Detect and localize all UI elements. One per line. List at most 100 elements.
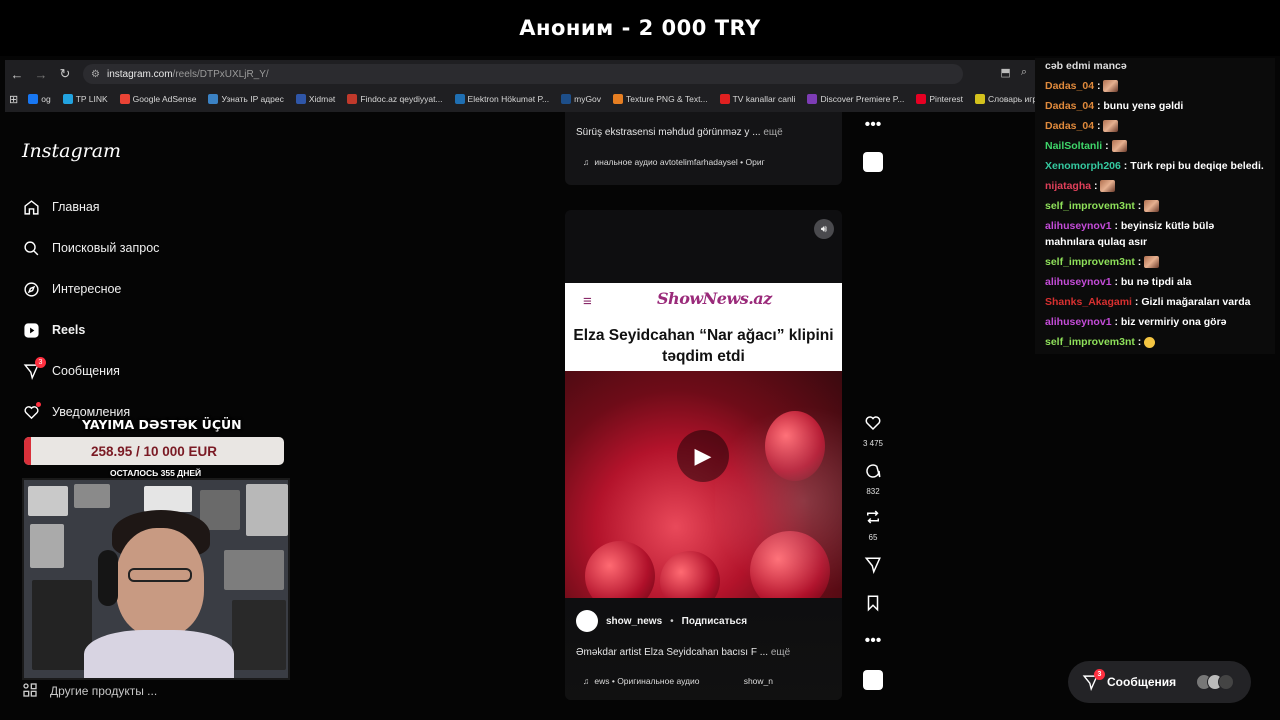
sidebar-item-label: Сообщения [52, 364, 120, 378]
browser-chrome: ← → ↻ ⚙ instagram.com/reels/DTPxUXLjR_Y/… [5, 60, 1126, 112]
face-emote-icon [1103, 120, 1119, 133]
chat-username[interactable]: self_improvem3nt [1045, 256, 1135, 268]
username[interactable]: show_news [606, 616, 662, 627]
reel-author: show_news • Подписаться [576, 610, 747, 632]
chat-username[interactable]: alihuseynov1 [1045, 220, 1112, 232]
chat-username[interactable]: nijatagha [1045, 180, 1091, 192]
bookmark-label: og [41, 94, 51, 104]
chat-message: Dadas_04 : bunu yenə gəldi [1035, 96, 1275, 116]
chat-username[interactable]: Dadas_04 [1045, 80, 1094, 92]
back-icon[interactable]: ← [5, 63, 29, 85]
chat-username[interactable]: NailSoltanli [1045, 140, 1102, 152]
comment-button[interactable]: 832 [856, 462, 890, 496]
sidebar-item-explore[interactable]: Интересное [22, 277, 121, 301]
chat-separator: : [1094, 120, 1104, 132]
bookmark-item[interactable]: Texture PNG & Text... [613, 94, 708, 104]
chat-message: nijatagha : [1035, 176, 1275, 196]
chat-message: alihuseynov1 : biz vermiriy ona görə [1035, 312, 1275, 332]
chat-separator: : [1111, 220, 1121, 232]
messages-badge: 3 [35, 357, 46, 368]
more-link[interactable]: ещё [771, 647, 790, 658]
bookmark-item[interactable]: Elektron Hökumət P... [454, 94, 550, 104]
repost-button[interactable]: 65 [856, 508, 890, 542]
address-bar[interactable]: ⚙ instagram.com/reels/DTPxUXLjR_Y/ [83, 64, 963, 84]
bookmark-label: myGov [574, 94, 602, 104]
bookmark-item[interactable]: Xidmət [295, 94, 335, 104]
avatar [1218, 674, 1235, 690]
follow-button[interactable]: Подписаться [682, 616, 747, 627]
instagram-logo[interactable]: Instagram [22, 140, 121, 162]
bookmark-label: TV kanallar canli [732, 94, 796, 104]
bookmark-favicon-icon [119, 94, 130, 104]
chat-separator: : [1091, 180, 1101, 192]
streamer-glasses [128, 568, 192, 582]
bookmark-favicon-icon [719, 94, 730, 104]
chat-separator: : [1094, 100, 1104, 112]
notification-dot [36, 402, 41, 407]
sidebar-item-search[interactable]: Поисковый запрос [22, 236, 159, 260]
reel-main[interactable]: 🔊︎ ≡ ShowNews.az Elza Seyidcahan “Nar ağ… [565, 210, 842, 700]
install-icon[interactable]: ⬒ [1000, 66, 1010, 79]
bookmark-label: Узнать IP адрес [221, 94, 284, 104]
chat-message: self_improvem3nt : [1035, 252, 1275, 272]
chat-separator: : [1131, 296, 1142, 308]
more-options-icon[interactable]: ••• [856, 632, 890, 650]
bookmark-item[interactable]: myGov [561, 94, 601, 104]
send-icon [864, 557, 881, 575]
chat-separator: : [1094, 80, 1104, 92]
bookmark-label: TP LINK [75, 94, 108, 104]
chat-username[interactable]: Shanks_Akagami [1045, 296, 1132, 308]
more-link[interactable]: ещё [763, 127, 782, 138]
chat-username[interactable]: alihuseynov1 [1045, 276, 1112, 288]
like-button[interactable]: 3 475 [856, 414, 890, 448]
sidebar-item-reels[interactable]: Reels [22, 318, 85, 342]
chat-separator: : [1134, 336, 1145, 348]
audio-track[interactable]: ♫ ews • Оригинальное аудио show_n [583, 676, 833, 686]
site-info-icon[interactable]: ⚙ [91, 69, 100, 80]
bookmark-favicon-icon [208, 94, 219, 104]
days-left-label: ОСТАЛОСЬ 355 ДНЕЙ [110, 468, 202, 478]
messages-button[interactable]: 3 Сообщения [1068, 661, 1251, 703]
streamer-face [116, 528, 204, 636]
bookmark-item[interactable]: TV kanallar canli [719, 94, 796, 104]
volume-icon[interactable]: 🔊︎ [814, 219, 834, 239]
bookmark-item[interactable]: Узнать IP адрес [208, 94, 284, 104]
save-button[interactable] [856, 594, 890, 617]
bookmark-favicon-icon [28, 94, 39, 104]
article-header: ≡ ShowNews.az Elza Seyidcahan “Nar ağacı… [565, 283, 842, 371]
bookmark-item[interactable]: Pinterest [916, 94, 963, 104]
chat-username[interactable]: self_improvem3nt [1045, 336, 1135, 348]
bookmark-label: Elektron Hökumət P... [467, 94, 550, 104]
bookmark-item[interactable]: TP LINK [62, 94, 108, 104]
chat-username[interactable]: Dadas_04 [1045, 100, 1094, 112]
zoom-icon[interactable]: ⌕ [1021, 66, 1027, 79]
bookmark-item[interactable]: og [28, 94, 51, 104]
bookmark-item[interactable]: Findoc.az qeydiyyat... [347, 94, 443, 104]
play-icon[interactable]: ▶ [677, 430, 729, 482]
apps-grid-icon[interactable]: ⊞ [9, 93, 18, 106]
chat-username[interactable]: Dadas_04 [1045, 120, 1094, 132]
audio-track[interactable]: ♫ инальное аудио avtotelimfarhadaysel • … [583, 157, 765, 167]
sidebar-item-label: Поисковый запрос [52, 241, 160, 255]
reel-video-frame[interactable]: ▶ [565, 371, 842, 631]
reload-icon[interactable]: ↻ [53, 63, 77, 85]
reel-previous[interactable]: Sürüş ekstrasensi məhdud görünməz y ... … [565, 112, 842, 185]
bookmark-item[interactable]: Discover Premiere P... [807, 94, 904, 104]
avatar-stack [1196, 674, 1235, 690]
support-goal-bar: 258.95 / 10 000 EUR [24, 437, 284, 465]
avatar[interactable] [576, 610, 598, 632]
chat-username[interactable]: Xenomorph206 [1045, 160, 1121, 172]
sidebar-item-home[interactable]: Главная [22, 195, 100, 219]
chat-username[interactable]: self_improvem3nt [1045, 200, 1135, 212]
repost-icon [867, 510, 879, 524]
chat-username[interactable]: alihuseynov1 [1045, 316, 1112, 328]
sidebar-item-messages[interactable]: 3 Сообщения [22, 357, 120, 383]
share-button[interactable] [856, 556, 890, 579]
more-options-icon[interactable]: ••• [856, 116, 890, 134]
audio-thumbnail[interactable] [863, 152, 883, 172]
forward-icon[interactable]: → [29, 63, 53, 85]
audio-thumbnail[interactable] [863, 670, 883, 690]
bookmark-label: Findoc.az qeydiyyat... [360, 94, 443, 104]
sidebar-item-more-products[interactable]: Другие продукты ... [22, 680, 157, 702]
bookmark-item[interactable]: Google AdSense [119, 94, 196, 104]
